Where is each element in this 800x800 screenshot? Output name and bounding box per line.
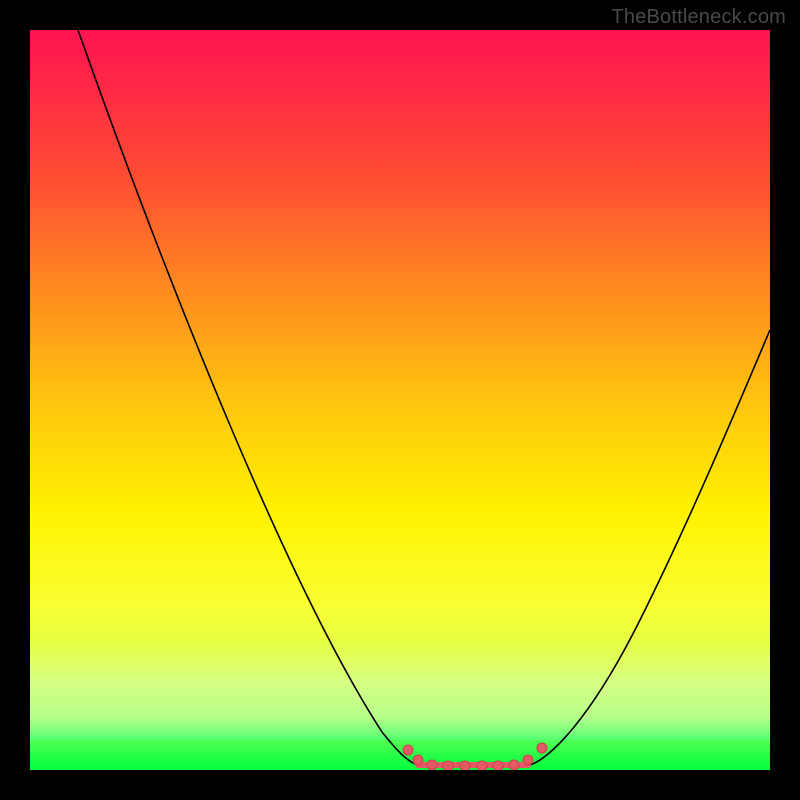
chart-frame: TheBottleneck.com xyxy=(0,0,800,800)
left-curve xyxy=(78,30,418,765)
curve-layer xyxy=(30,30,770,770)
watermark-text: TheBottleneck.com xyxy=(611,6,786,29)
right-curve xyxy=(530,330,770,765)
